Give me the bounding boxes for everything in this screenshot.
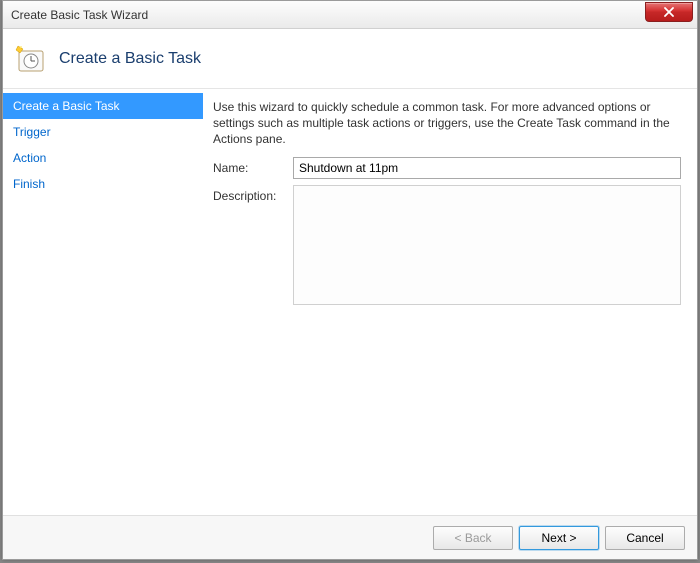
wizard-main-panel: Use this wizard to quickly schedule a co… — [203, 89, 697, 515]
wizard-footer: < Back Next > Cancel — [3, 515, 697, 559]
sidebar-item-create-basic-task[interactable]: Create a Basic Task — [3, 93, 203, 119]
sidebar-item-finish[interactable]: Finish — [3, 171, 203, 197]
close-button[interactable] — [645, 2, 693, 22]
description-row: Description: — [213, 185, 681, 305]
description-input[interactable] — [293, 185, 681, 305]
name-row: Name: — [213, 157, 681, 179]
name-label: Name: — [213, 157, 293, 175]
window-title: Create Basic Task Wizard — [11, 8, 148, 22]
next-button[interactable]: Next > — [519, 526, 599, 550]
cancel-button[interactable]: Cancel — [605, 526, 685, 550]
wizard-body: Create a Basic Task Trigger Action Finis… — [3, 89, 697, 515]
description-label: Description: — [213, 185, 293, 203]
wizard-steps-sidebar: Create a Basic Task Trigger Action Finis… — [3, 89, 203, 515]
back-button[interactable]: < Back — [433, 526, 513, 550]
sidebar-item-action[interactable]: Action — [3, 145, 203, 171]
close-icon — [663, 7, 675, 17]
task-wizard-icon — [15, 43, 47, 75]
sidebar-item-trigger[interactable]: Trigger — [3, 119, 203, 145]
titlebar: Create Basic Task Wizard — [3, 1, 697, 29]
wizard-window: Create Basic Task Wizard Create a Basic … — [2, 0, 698, 560]
page-title: Create a Basic Task — [59, 50, 201, 68]
wizard-header: Create a Basic Task — [3, 29, 697, 89]
instructions-text: Use this wizard to quickly schedule a co… — [213, 99, 681, 147]
name-input[interactable] — [293, 157, 681, 179]
